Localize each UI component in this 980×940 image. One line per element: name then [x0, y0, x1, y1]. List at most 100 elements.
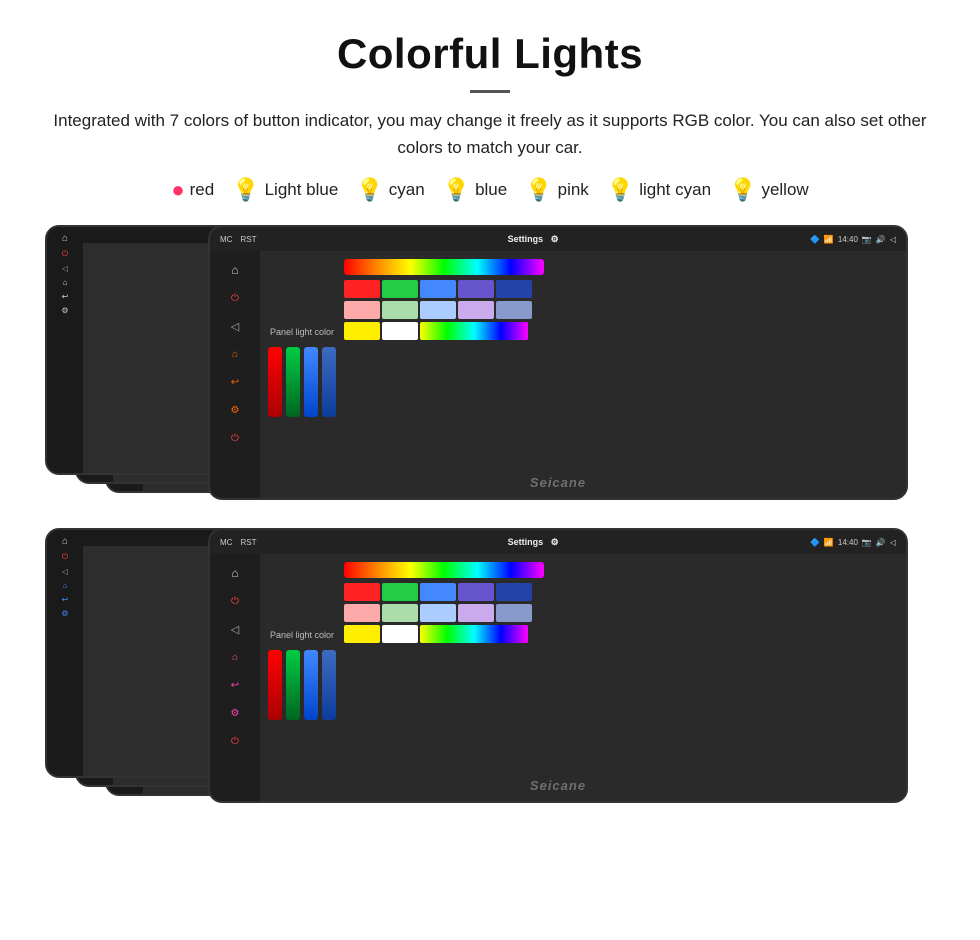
grid-row-3 — [344, 322, 544, 340]
bar-blue2[interactable] — [322, 347, 336, 417]
bot-sidebar-power-btn[interactable]: ⏻ — [221, 590, 249, 612]
spectrum-bar — [344, 259, 544, 275]
bluetooth-icon: 🔷 — [810, 235, 820, 244]
sidebar-home2-btn[interactable]: ⌂ — [221, 343, 249, 365]
bot-nav-back-icon[interactable]: ◁ — [890, 538, 896, 547]
bar-green[interactable] — [286, 347, 300, 417]
mc-label: MC — [220, 235, 232, 244]
bot-status-bar: MC RST Settings ⚙ 🔷 📶 14:40 📷 🔊 ◁ — [210, 530, 906, 554]
bulb-lightcyan-icon: 💡 — [607, 177, 634, 203]
cell-darkblue[interactable] — [496, 280, 532, 298]
bar-blue[interactable] — [304, 347, 318, 417]
bot-sidebar-home-btn[interactable]: ⌂ — [221, 562, 249, 584]
cell-red[interactable] — [344, 280, 380, 298]
main-settings-content: Panel light color — [260, 251, 906, 498]
bot3-power-icon: ⏻ — [62, 552, 68, 562]
bot-cell-blue[interactable] — [420, 583, 456, 601]
color-lightblue: 💡 Light blue — [232, 177, 338, 203]
wifi-icon: 📶 — [824, 235, 834, 244]
top-main-screen: MC RST Settings ⚙ 🔷 📶 14:40 📷 🔊 ◁ — [208, 225, 908, 500]
small3-undo-icon: ↩ — [62, 292, 69, 301]
bot-cell-lightgreen[interactable] — [382, 604, 418, 622]
bot3-undo-icon: ↩ — [62, 595, 69, 604]
bot-grid-row-2 — [344, 604, 544, 622]
bot3-settings-icon: ⚙ — [61, 609, 68, 618]
bot-cell-lightpurple[interactable] — [458, 604, 494, 622]
bot-sidebar-undo-btn[interactable]: ↩ — [221, 674, 249, 696]
color-lightcyan-label: light cyan — [639, 180, 711, 200]
sidebar-home-btn[interactable]: ⌂ — [221, 259, 249, 281]
bot-color-grid — [344, 562, 544, 793]
cell-green[interactable] — [382, 280, 418, 298]
bulb-red-icon: ● — [171, 177, 184, 203]
sidebar-power-btn[interactable]: ⏻ — [221, 287, 249, 309]
bot-grid-row-1 — [344, 583, 544, 601]
color-row: ● red 💡 Light blue 💡 cyan 💡 blue 💡 pink … — [40, 177, 940, 203]
color-pink: 💡 pink — [525, 177, 589, 203]
bot-cell-lightblue[interactable] — [420, 604, 456, 622]
cell-purple[interactable] — [458, 280, 494, 298]
camera-icon: 📷 — [862, 235, 872, 244]
cell-slate[interactable] — [496, 301, 532, 319]
bot-bar-red[interactable] — [268, 650, 282, 720]
bot-sidebar-settings-btn[interactable]: ⚙ — [221, 702, 249, 724]
bulb-blue-icon: 💡 — [443, 177, 470, 203]
color-blue: 💡 blue — [443, 177, 508, 203]
bot-color-bars — [268, 650, 336, 720]
bot-wifi-icon: 📶 — [824, 538, 834, 547]
cell-lightgreen[interactable] — [382, 301, 418, 319]
bot-volume-icon: 🔊 — [876, 538, 886, 547]
bulb-yellow-icon: 💡 — [729, 177, 756, 203]
bot3-house-icon: ⌂ — [63, 581, 68, 590]
cell-lightblue[interactable] — [420, 301, 456, 319]
bot-cell-darkblue[interactable] — [496, 583, 532, 601]
bot-status-right: 🔷 📶 14:40 📷 🔊 ◁ — [810, 538, 896, 547]
status-bar: MC RST Settings ⚙ 🔷 📶 14:40 📷 🔊 ◁ — [210, 227, 906, 251]
bot-mc-label: MC — [220, 538, 232, 547]
bot-panel-light-label: Panel light color — [270, 630, 334, 640]
page-container: Colorful Lights Integrated with 7 colors… — [0, 0, 980, 853]
status-right: 🔷 📶 14:40 📷 🔊 ◁ — [810, 235, 896, 244]
bot-bar-green[interactable] — [286, 650, 300, 720]
bot-bluetooth-icon: 🔷 — [810, 538, 820, 547]
panel-light-color-label: Panel light color — [270, 327, 334, 337]
cell-spectrum[interactable] — [420, 322, 528, 340]
bot-cell-green[interactable] — [382, 583, 418, 601]
bot-cell-purple[interactable] — [458, 583, 494, 601]
bot-bar-blue2[interactable] — [322, 650, 336, 720]
main-sidebar: ⌂ ⏻ ◁ ⌂ ↩ ⚙ ⏻ — [210, 251, 260, 498]
bot-sidebar-home2-btn[interactable]: ⌂ — [221, 646, 249, 668]
bot-spectrum-bar — [344, 562, 544, 578]
nav-back-icon[interactable]: ◁ — [890, 235, 896, 244]
bot-main-settings-content: Panel light color — [260, 554, 906, 801]
bot-sidebar-back-btn[interactable]: ◁ — [221, 618, 249, 640]
cell-yellow[interactable] — [344, 322, 380, 340]
grid-row-1 — [344, 280, 544, 298]
sidebar-undo-btn[interactable]: ↩ — [221, 371, 249, 393]
bot-cell-red[interactable] — [344, 583, 380, 601]
bot-cell-white[interactable] — [382, 625, 418, 643]
color-grid — [344, 259, 544, 490]
color-yellow: 💡 yellow — [729, 177, 809, 203]
sidebar-settings-btn[interactable]: ⚙ — [221, 399, 249, 421]
bot-cell-lightred[interactable] — [344, 604, 380, 622]
bot-cell-slate[interactable] — [496, 604, 532, 622]
bot-cell-yellow[interactable] — [344, 625, 380, 643]
cell-white[interactable] — [382, 322, 418, 340]
sidebar-back-btn[interactable]: ◁ — [221, 315, 249, 337]
cell-lightpurple[interactable] — [458, 301, 494, 319]
bar-red[interactable] — [268, 347, 282, 417]
cell-blue[interactable] — [420, 280, 456, 298]
bot-sidebar-power2-btn[interactable]: ⏻ — [221, 730, 249, 752]
time-display: 14:40 — [838, 235, 858, 244]
color-pink-label: pink — [558, 180, 589, 200]
bot-cell-spectrum[interactable] — [420, 625, 528, 643]
cell-lightred[interactable] — [344, 301, 380, 319]
color-cyan: 💡 cyan — [356, 177, 424, 203]
bot-bar-blue[interactable] — [304, 650, 318, 720]
small3-power-icon: ⏻ — [62, 249, 68, 259]
bulb-lightblue-icon: 💡 — [232, 177, 259, 203]
bot-status-left: MC RST — [220, 538, 256, 547]
status-left: MC RST — [220, 235, 256, 244]
sidebar-power2-btn[interactable]: ⏻ — [221, 427, 249, 449]
